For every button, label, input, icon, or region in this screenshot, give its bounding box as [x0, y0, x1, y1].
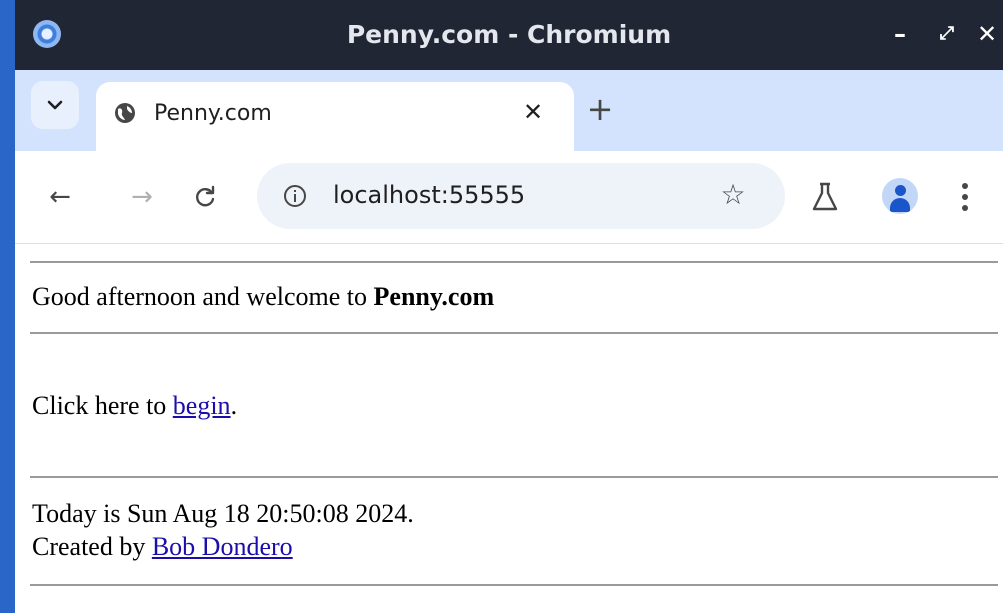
tab-title: Penny.com [154, 101, 272, 126]
window-title: Penny.com - Chromium [346, 20, 672, 49]
created-by-line: Created by Bob Dondero [32, 532, 293, 562]
bookmark-star-icon[interactable]: ☆ [715, 177, 751, 213]
begin-link[interactable]: begin [173, 391, 231, 420]
labs-flask-icon[interactable] [810, 181, 840, 213]
avatar-head [895, 185, 906, 196]
url-text[interactable]: localhost:55555 [333, 181, 525, 209]
author-link[interactable]: Bob Dondero [152, 532, 293, 561]
window-left-edge [0, 0, 15, 613]
new-tab-icon[interactable]: + [583, 92, 617, 126]
globe-icon [115, 103, 135, 123]
kebab-menu-icon[interactable] [955, 179, 975, 215]
back-arrow-icon[interactable]: ← [42, 179, 78, 215]
horizontal-rule [30, 476, 998, 478]
greeting-text: Good afternoon and welcome to Penny.com [32, 282, 494, 312]
begin-suffix: . [230, 391, 238, 420]
horizontal-rule [30, 261, 998, 263]
horizontal-rule [30, 584, 998, 586]
browser-window: Penny.com - Chromium – ⤢ ✕ Penny.com ✕ +… [0, 0, 1003, 613]
info-icon[interactable] [283, 184, 307, 208]
date-line: Today is Sun Aug 18 20:50:08 2024. [32, 499, 414, 528]
page-content: Good afternoon and welcome to Penny.com … [15, 244, 1003, 613]
chevron-down-icon [47, 100, 63, 110]
window-close-icon[interactable]: ✕ [973, 17, 1001, 51]
greeting-prefix: Good afternoon and welcome to [32, 282, 374, 311]
profile-avatar-icon[interactable] [882, 178, 918, 214]
address-bar[interactable]: localhost:55555 ☆ [257, 163, 785, 229]
reload-icon[interactable] [187, 179, 223, 215]
reload-glyph [196, 185, 215, 207]
title-bar: Penny.com - Chromium – ⤢ ✕ [15, 0, 1003, 70]
tab-strip: Penny.com ✕ + [15, 70, 1003, 151]
maximize-icon[interactable]: ⤢ [933, 17, 961, 51]
tab-search-button[interactable] [31, 81, 79, 129]
forward-arrow-icon[interactable]: → [124, 179, 160, 215]
tab-close-icon[interactable]: ✕ [516, 95, 550, 129]
begin-line: Click here to begin. [32, 391, 237, 421]
begin-prefix: Click here to [32, 391, 173, 420]
tab-penny[interactable]: Penny.com ✕ [96, 82, 574, 151]
minimize-icon[interactable]: – [886, 17, 914, 51]
browser-toolbar: ← → localhost:55555 ☆ [15, 151, 1003, 244]
horizontal-rule [30, 332, 998, 334]
created-prefix: Created by [32, 532, 152, 561]
avatar-body [890, 198, 910, 212]
brand-name: Penny.com [373, 282, 495, 311]
